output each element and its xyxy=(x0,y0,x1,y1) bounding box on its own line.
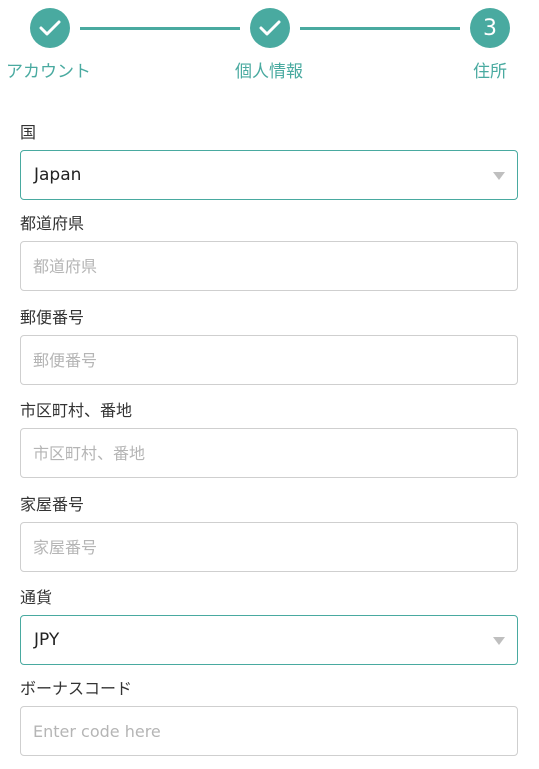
step-1-label: アカウント xyxy=(6,62,91,82)
step-2-label: 個人情報 xyxy=(235,62,303,82)
country-label: 国 xyxy=(20,123,37,142)
postal-code-input[interactable] xyxy=(21,336,517,384)
step-3-circle: 3 xyxy=(470,8,510,48)
step-1-circle xyxy=(30,8,70,48)
caret-down-icon xyxy=(493,637,505,645)
postal-code-field-box xyxy=(20,335,518,385)
check-icon xyxy=(259,20,281,36)
bonus-code-label: ボーナスコード xyxy=(20,679,133,698)
currency-select[interactable]: JPY xyxy=(20,615,518,665)
step-connector-1 xyxy=(80,27,240,30)
caret-down-icon xyxy=(493,172,505,180)
country-select-value: Japan xyxy=(34,165,82,185)
city-input[interactable] xyxy=(21,429,517,477)
step-3-label: 住所 xyxy=(473,62,507,82)
bonus-code-field-box xyxy=(20,706,518,756)
house-number-field-box xyxy=(20,522,518,572)
currency-select-value: JPY xyxy=(34,630,60,650)
currency-label: 通貨 xyxy=(20,588,53,607)
prefecture-label: 都道府県 xyxy=(20,214,85,233)
step-2-circle xyxy=(250,8,290,48)
prefecture-input[interactable] xyxy=(21,242,517,290)
bonus-code-input[interactable] xyxy=(21,707,517,755)
step-connector-2 xyxy=(300,27,460,30)
postal-code-label: 郵便番号 xyxy=(20,308,85,327)
city-field-box xyxy=(20,428,518,478)
step-3-number: 3 xyxy=(483,15,497,41)
country-select[interactable]: Japan xyxy=(20,150,518,200)
progress-stepper: 3 アカウント 個人情報 住所 xyxy=(0,0,539,90)
city-label: 市区町村、番地 xyxy=(20,401,133,420)
check-icon xyxy=(39,20,61,36)
house-number-input[interactable] xyxy=(21,523,517,571)
house-number-label: 家屋番号 xyxy=(20,495,85,514)
prefecture-field-box xyxy=(20,241,518,291)
